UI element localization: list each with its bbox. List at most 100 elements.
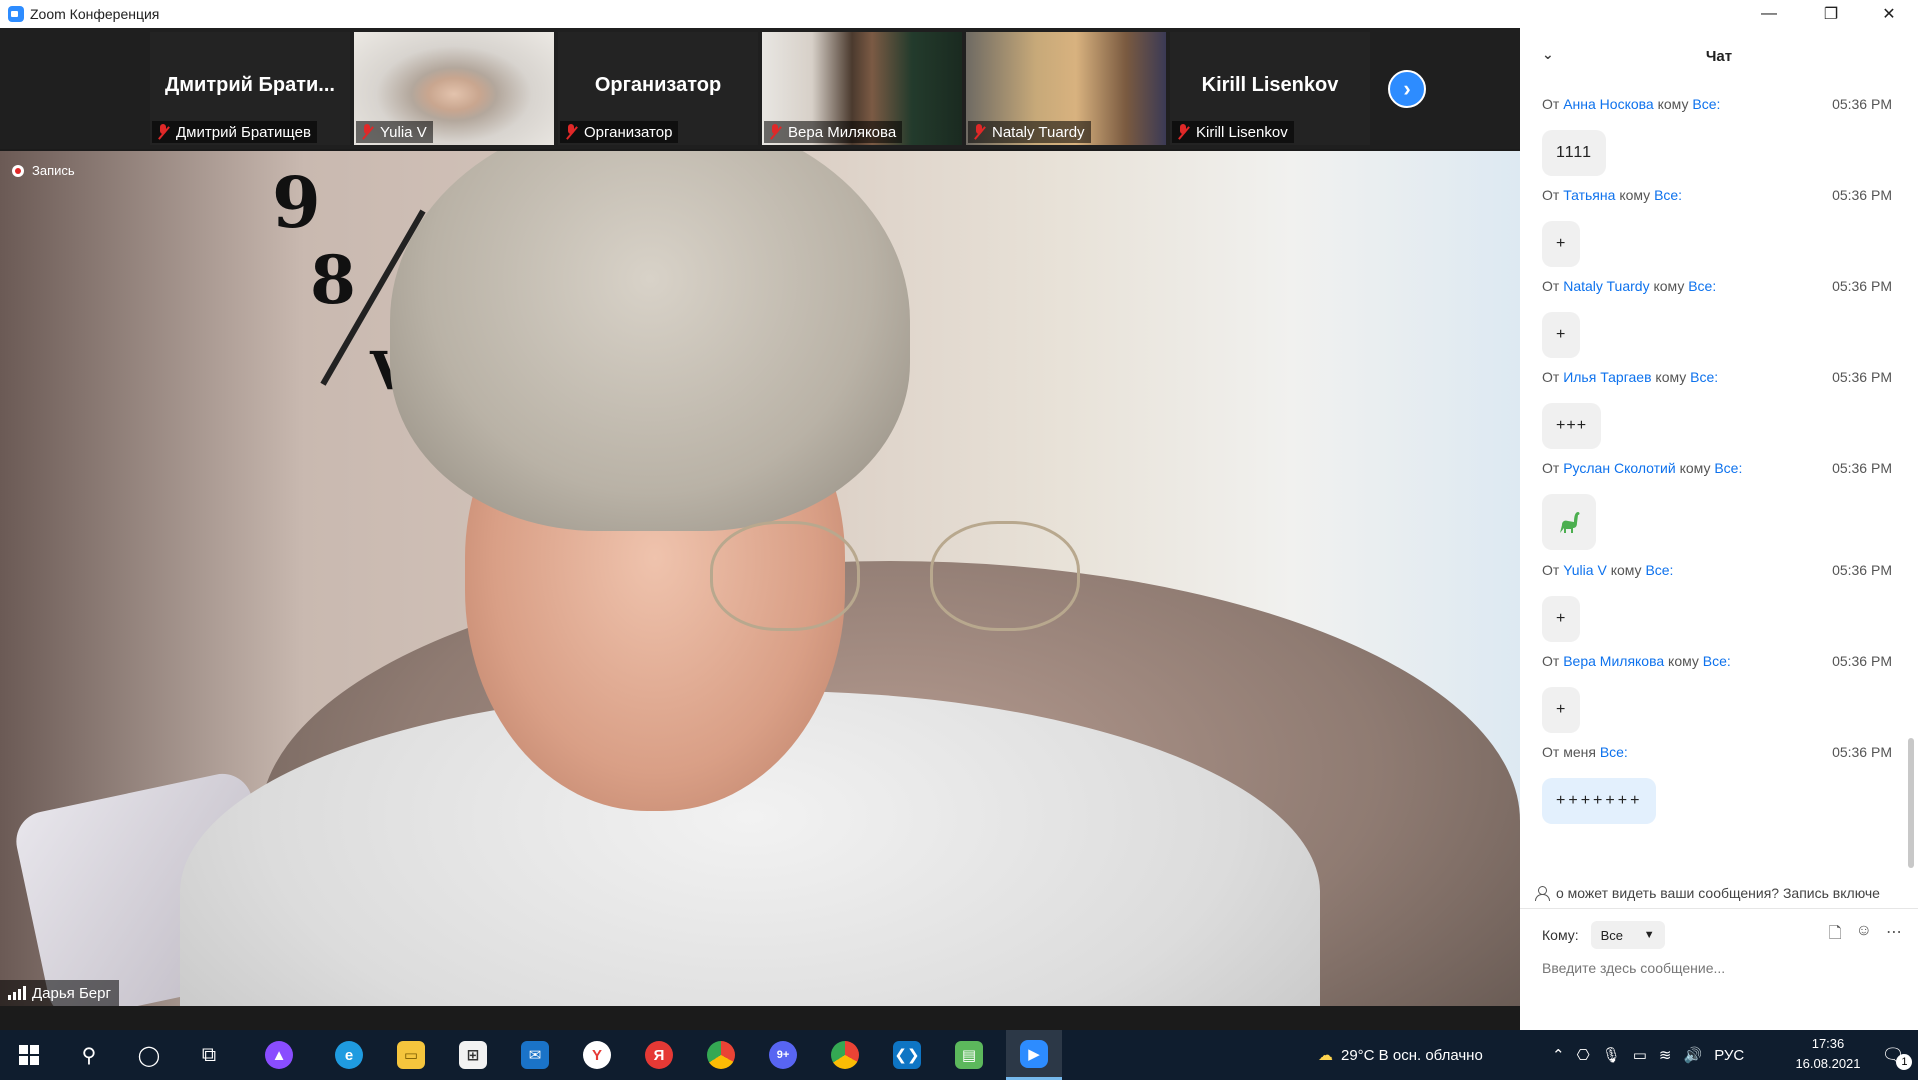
message-header: От Nataly Tuardy кому Все: 05:36 PM <box>1542 278 1892 298</box>
participant-tile[interactable]: Nataly Tuardy <box>966 32 1166 145</box>
participant-caption: Nataly Tuardy <box>968 121 1091 143</box>
meet-now-icon[interactable]: ⎔ <box>1577 1046 1590 1064</box>
participant-caption: Организатор <box>560 121 679 143</box>
wifi-icon[interactable]: ≋ <box>1659 1046 1672 1064</box>
recipient: Все: <box>1692 96 1721 112</box>
battery-icon[interactable]: ▭ <box>1633 1046 1647 1064</box>
search-icon[interactable]: ⚲ <box>64 1030 114 1080</box>
recipient: Все: <box>1654 187 1683 203</box>
muted-mic-icon <box>156 124 170 140</box>
recipient: Все: <box>1645 562 1674 578</box>
next-page-button[interactable]: › <box>1388 70 1426 108</box>
recipient-row: Кому: Все ▼ 🗋 ☺ ⋯ <box>1542 921 1902 949</box>
participant-tile[interactable]: Дмитрий Брати... Дмитрий Братищев <box>150 32 350 145</box>
glasses-lens <box>710 521 860 631</box>
from-word: От <box>1542 653 1560 669</box>
from-word: От <box>1542 460 1560 476</box>
windows-start-icon[interactable] <box>4 1030 54 1080</box>
to-word: кому <box>1668 653 1699 669</box>
notifications-icon[interactable]: 🗨 1 <box>1868 1030 1918 1080</box>
participant-tile[interactable]: Yulia V <box>354 32 554 145</box>
own-chat-message: От меня Все: 05:36 PM +++++++ <box>1542 744 1892 824</box>
to-word: кому <box>1655 369 1687 385</box>
store-icon[interactable]: ⊞ <box>448 1030 498 1080</box>
chevron-up-icon[interactable]: ⌃ <box>1552 1046 1565 1064</box>
image-viewer-icon[interactable]: ▤ <box>944 1030 994 1080</box>
vscode-icon[interactable]: ❮❯ <box>882 1030 932 1080</box>
chat-message: От Татьяна кому Все: 05:36 PM + <box>1542 187 1892 267</box>
weather-widget[interactable]: ☁ 29°C В осн. облачно <box>1318 1030 1483 1080</box>
recipient: Все: <box>1688 278 1717 294</box>
participant-label: Организатор <box>584 123 673 141</box>
volume-icon[interactable]: 🔊 <box>1684 1046 1703 1064</box>
clock-digit: 9 <box>272 161 321 244</box>
chrome-icon[interactable] <box>696 1030 746 1080</box>
speaker-name: Дарья Берг <box>32 984 111 1002</box>
chat-message: От Nataly Tuardy кому Все: 05:36 PM + <box>1542 278 1892 358</box>
participant-tile[interactable]: Вера Милякова <box>762 32 962 145</box>
discord-icon[interactable]: 9+ <box>758 1030 808 1080</box>
yandex-browser-icon[interactable]: Y <box>572 1030 622 1080</box>
to-word: кому <box>1657 96 1689 112</box>
glasses-lens <box>930 521 1080 631</box>
zoom-taskbar-icon[interactable]: ▶ <box>1006 1030 1062 1080</box>
recipient-select[interactable]: Все ▼ <box>1590 921 1665 949</box>
to-word: кому <box>1679 460 1711 476</box>
sender-name[interactable]: Вера Милякова <box>1563 653 1664 673</box>
yandex-icon[interactable]: Я <box>634 1030 684 1080</box>
taskbar-clock[interactable]: 17:36 16.08.2021 <box>1788 1034 1868 1074</box>
clock-date: 16.08.2021 <box>1795 1056 1861 1071</box>
sender-name[interactable]: Yulia V <box>1563 562 1607 582</box>
hair <box>390 151 910 531</box>
to-word: кому <box>1610 562 1642 578</box>
close-button[interactable]: ✕ <box>1866 0 1912 28</box>
edge-browser-icon[interactable]: e <box>324 1030 374 1080</box>
message-header: От Татьяна кому Все: 05:36 PM <box>1542 187 1892 207</box>
sender-name[interactable]: Анна Носкова <box>1563 96 1654 116</box>
cortana-icon[interactable]: ◯ <box>124 1030 174 1080</box>
collapse-chevron-icon[interactable]: ⌄ <box>1542 46 1554 63</box>
system-tray: ⌃ ⎔ 🎙 ▭ ≋ 🔊 РУС <box>1552 1030 1744 1080</box>
participant-tile[interactable]: Kirill Lisenkov Kirill Lisenkov <box>1170 32 1370 145</box>
participant-label: Дмитрий Братищев <box>176 123 311 141</box>
active-speaker-video: 9 8 VII 6 5 Запись Дарья Берг <box>0 151 1520 1006</box>
emoji-icon[interactable]: ☺ <box>1856 922 1872 949</box>
task-view-icon[interactable]: ⧉ <box>184 1030 234 1080</box>
participant-name-large: Организатор <box>594 74 722 96</box>
chrome-profile-icon[interactable] <box>820 1030 870 1080</box>
language-indicator[interactable]: РУС <box>1714 1047 1744 1064</box>
recording-label: Запись <box>32 163 75 178</box>
taskbar: ⚲ ◯ ⧉ ▲ e ▭ ⊞ ✉ Y Я 9+ ❮❯ ▤ ▶ ☁ 29°C В о… <box>0 1030 1918 1080</box>
chat-scrollbar[interactable] <box>1908 738 1914 868</box>
message-input[interactable] <box>1542 956 1902 980</box>
restore-button[interactable]: ❐ <box>1808 0 1854 28</box>
message-header: От Руслан Сколотий кому Все: 05:36 PM <box>1542 460 1892 480</box>
participant-label: Kirill Lisenkov <box>1196 123 1288 141</box>
message-bubble: + <box>1542 687 1581 733</box>
chat-message: От Yulia V кому Все: 05:36 PM + <box>1542 562 1892 642</box>
participant-label: Yulia V <box>380 123 427 141</box>
file-icon[interactable]: 🗋 <box>1829 922 1842 949</box>
sender-name[interactable]: Татьяна <box>1563 187 1615 207</box>
weather-text: 29°C В осн. облачно <box>1341 1046 1483 1064</box>
recipient-value: Все <box>1600 927 1624 943</box>
mail-icon[interactable]: ✉ <box>510 1030 560 1080</box>
sender-name[interactable]: Руслан Сколотий <box>1563 460 1676 480</box>
muted-mic-icon <box>564 124 578 140</box>
message-bubble: +++++++ <box>1542 778 1657 824</box>
sender-name[interactable]: Илья Таргаев <box>1563 369 1651 389</box>
sender-name[interactable]: Nataly Tuardy <box>1563 278 1649 298</box>
file-explorer-icon[interactable]: ▭ <box>386 1030 436 1080</box>
chat-visibility-notice[interactable]: о может видеть ваши сообщения? Запись вк… <box>1534 880 1914 906</box>
minimize-button[interactable]: — <box>1746 0 1792 28</box>
more-icon[interactable]: ⋯ <box>1886 922 1902 949</box>
sender-self: От меня <box>1542 744 1596 760</box>
microphone-icon[interactable]: 🎙 <box>1602 1046 1621 1064</box>
muted-mic-icon <box>360 124 374 140</box>
alice-app-icon[interactable]: ▲ <box>254 1030 304 1080</box>
participant-tile[interactable]: Организатор Организатор <box>558 32 758 145</box>
chat-tools: 🗋 ☺ ⋯ <box>1829 922 1902 949</box>
chat-message-list[interactable]: От Анна Носкова кому Все: 05:36 PM 1111 О… <box>1520 84 1918 874</box>
participant-label: Nataly Tuardy <box>992 123 1085 141</box>
message-time: 05:36 PM <box>1832 460 1892 476</box>
